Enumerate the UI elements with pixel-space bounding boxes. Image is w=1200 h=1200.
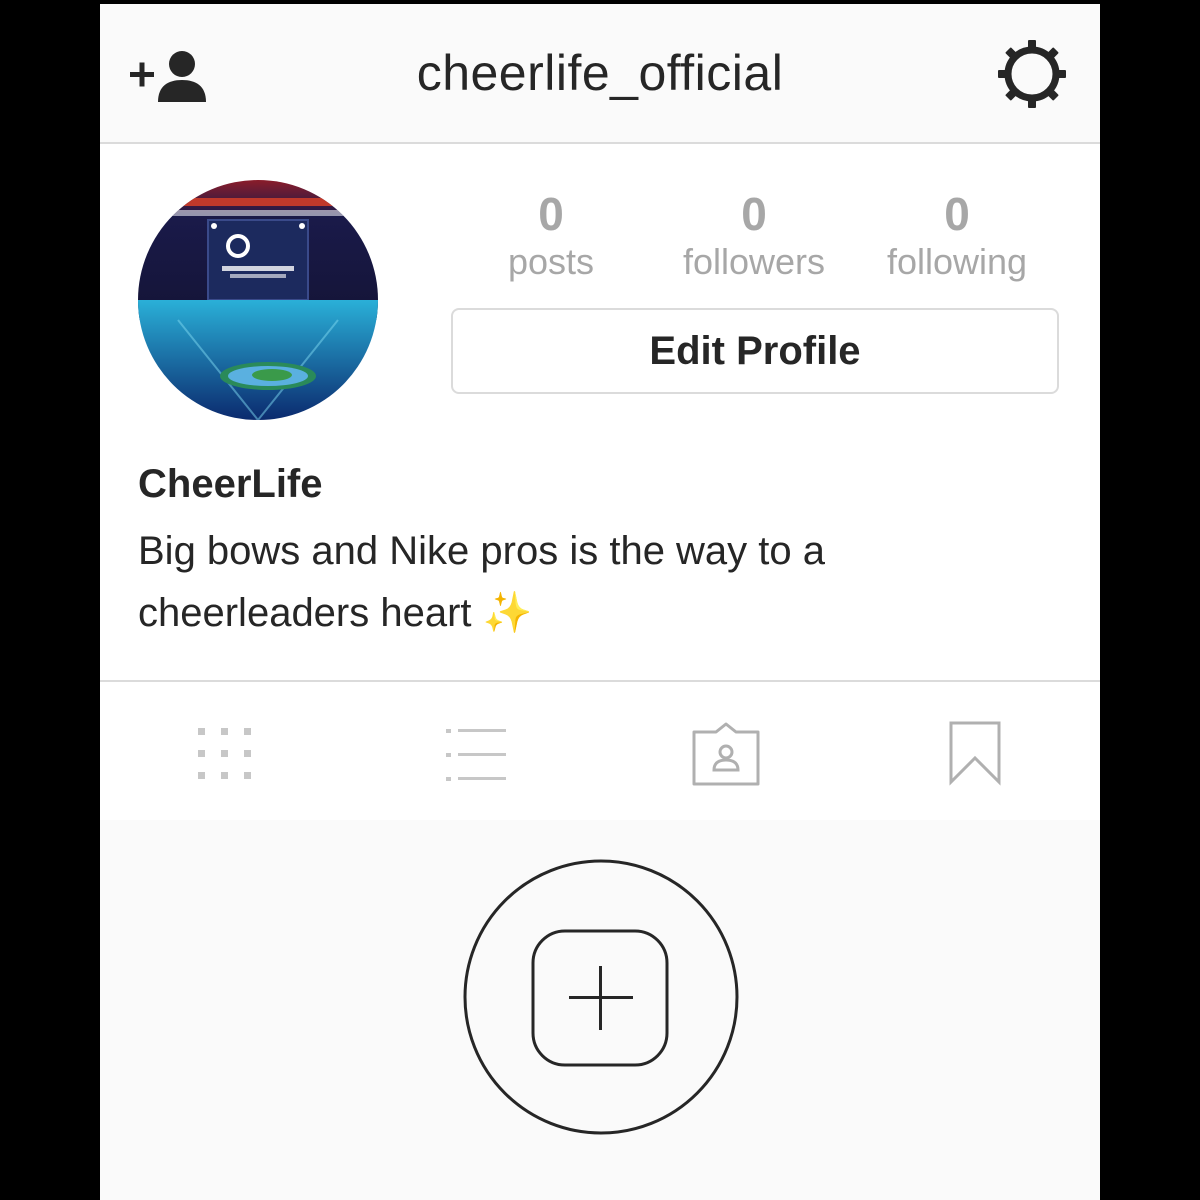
profile-screen: cheerlife_official 0 posts 0 followers 0… xyxy=(100,4,1100,1200)
top-bar: cheerlife_official xyxy=(100,4,1100,144)
bio-line-2: cheerleaders heart ✨ xyxy=(138,591,533,635)
avatar[interactable] xyxy=(138,180,378,420)
followers-stat[interactable]: 0 followers xyxy=(654,190,854,284)
gear-icon[interactable] xyxy=(996,38,1068,110)
add-post-icon[interactable] xyxy=(462,858,740,1136)
grid-icon[interactable] xyxy=(196,726,254,784)
profile-tabs xyxy=(100,680,1100,822)
following-label: following xyxy=(886,241,1028,282)
posts-count: 0 xyxy=(538,188,564,240)
list-icon[interactable] xyxy=(444,726,508,784)
posts-label: posts xyxy=(507,241,595,282)
following-count: 0 xyxy=(944,188,970,240)
display-name: CheerLife xyxy=(138,462,323,506)
edit-profile-button[interactable]: Edit Profile xyxy=(451,308,1059,394)
followers-label: followers xyxy=(682,241,826,282)
bookmark-icon[interactable] xyxy=(948,720,1002,786)
page-title: cheerlife_official xyxy=(416,45,784,101)
tagged-icon[interactable] xyxy=(690,722,762,788)
bio-line-1: Big bows and Nike pros is the way to a xyxy=(138,529,826,573)
following-stat[interactable]: 0 following xyxy=(857,190,1057,284)
posts-stat[interactable]: 0 posts xyxy=(451,190,651,284)
posts-area xyxy=(100,820,1100,1200)
followers-count: 0 xyxy=(741,188,767,240)
bio: Big bows and Nike pros is the way to a c… xyxy=(138,520,1018,644)
